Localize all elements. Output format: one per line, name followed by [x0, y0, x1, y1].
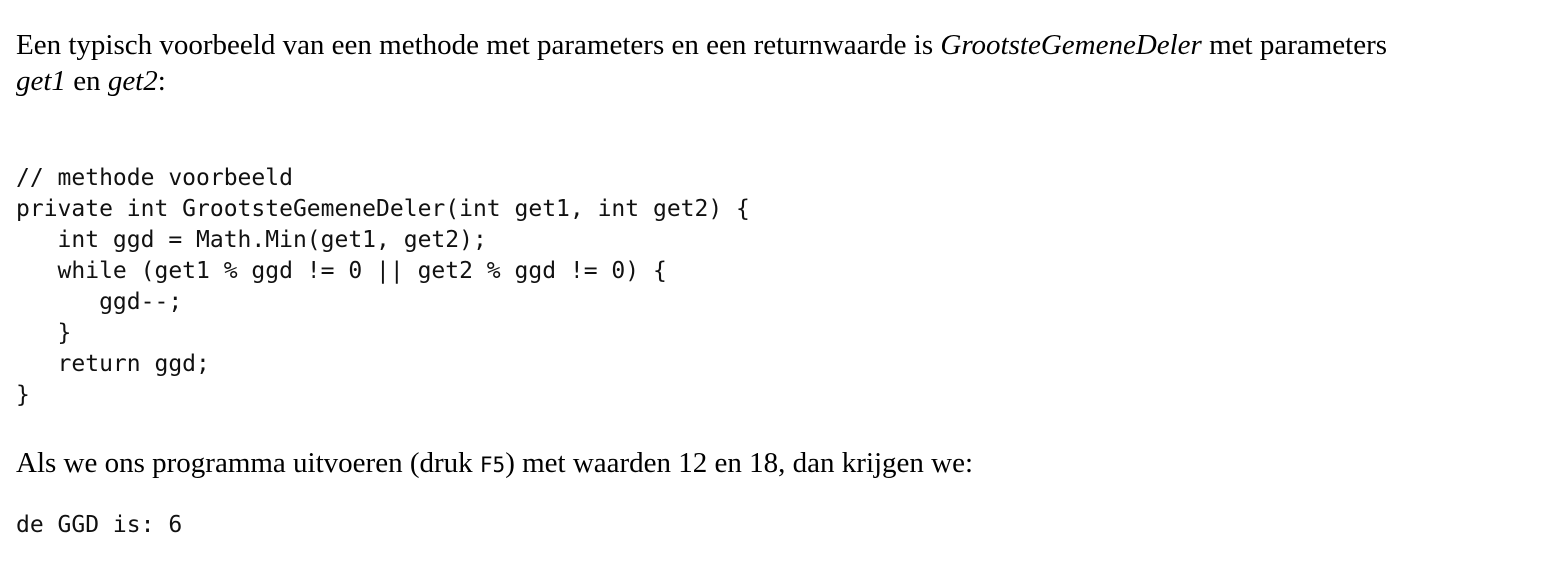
program-output: de GGD is: 6 [16, 510, 182, 541]
method-name: GrootsteGemeneDeler [940, 29, 1202, 61]
run-paragraph: Als we ons programma uitvoeren (druk F5)… [16, 445, 973, 483]
code-line: while (get1 % ggd != 0 || get2 % ggd != … [16, 258, 667, 284]
code-line: private int GrootsteGemeneDeler(int get1… [16, 196, 750, 222]
param-get2: get2 [107, 65, 158, 97]
intro-paragraph: Een typisch voorbeeld van een methode me… [16, 27, 1387, 99]
key-f5: F5 [479, 453, 506, 477]
code-line: } [16, 382, 30, 408]
intro-text-end: met parameters [1201, 29, 1388, 61]
code-block: // methode voorbeeld private int Grootste… [16, 163, 750, 411]
code-line: // methode voorbeeld [16, 165, 293, 191]
param-get1: get1 [16, 65, 66, 97]
intro-colon: : [157, 65, 166, 97]
run-text-end: ) met waarden 12 en 18, dan krijgen we: [505, 447, 974, 479]
intro-conjunction: en [65, 65, 108, 97]
code-line: int ggd = Math.Min(get1, get2); [16, 227, 487, 253]
code-line: return ggd; [16, 351, 210, 377]
run-text-start: Als we ons programma uitvoeren (druk [16, 447, 480, 479]
output-line: de GGD is: 6 [16, 512, 183, 538]
code-line: } [16, 320, 72, 346]
intro-text-start: Een typisch voorbeeld van een methode me… [16, 29, 941, 61]
code-line: ggd--; [16, 289, 183, 315]
